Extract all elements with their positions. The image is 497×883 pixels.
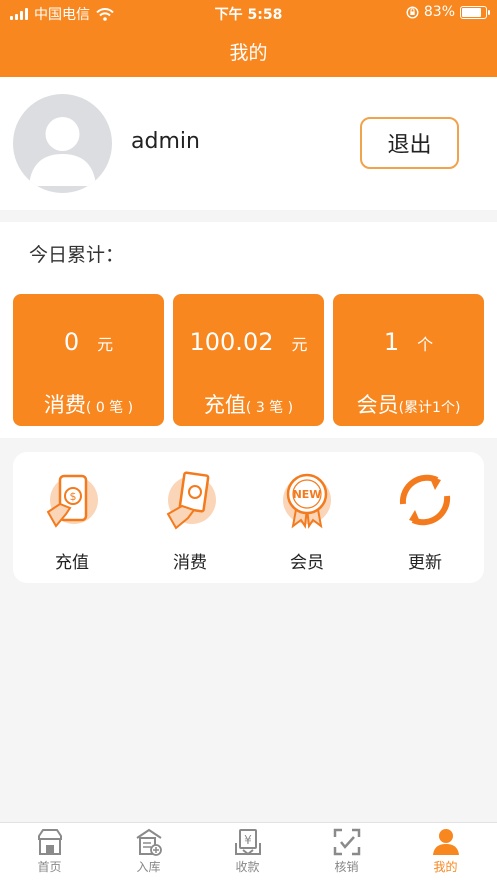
app-header: 中国电信 下午 5:58 83% 我的 [0,0,497,77]
refresh-icon [399,474,451,526]
stat-value: 100.02 元 [173,328,324,356]
stat-note: ( 0 笔 ) [85,400,134,416]
tab-collect[interactable]: ¥ 收款 [198,827,297,875]
stat-number: 0 [63,328,80,356]
stat-note: (累计1个) [398,400,461,416]
shortcut-recharge[interactable]: $ 充值 [22,468,122,573]
shortcut-member[interactable]: NEW 会员 [257,468,357,573]
stat-label: 消费( 0 笔 ) [13,389,164,419]
battery-icon [460,5,490,19]
tab-label: 收款 [235,860,260,874]
svg-text:¥: ¥ [244,833,252,847]
stat-card-recharge[interactable]: 100.02 元 充值( 3 笔 ) [173,294,324,426]
svg-text:$: $ [70,490,77,503]
stat-number: 1 [383,328,400,356]
stat-note: ( 3 笔 ) [245,400,294,416]
hand-cash-icon [166,471,216,530]
tab-label: 首页 [37,860,62,874]
logout-button[interactable]: 退出 [360,117,459,169]
stat-value: 0元 [13,328,164,356]
stat-unit: 元 [97,335,114,354]
stat-unit: 个 [417,335,434,354]
tab-home[interactable]: 首页 [0,827,99,875]
avatar [13,94,112,193]
tab-mine[interactable]: 我的 [396,827,495,875]
profile-section: admin 退出 [0,77,497,210]
stat-label-text: 会员 [356,393,399,417]
stat-label-text: 消费 [43,393,86,417]
tab-bar: 首页 入库 ¥ 收款 核销 我的 [0,822,497,883]
stat-card-consumption[interactable]: 0元 消费( 0 笔 ) [13,294,164,426]
shortcut-label: 更新 [408,553,442,573]
stat-value: 1个 [333,328,484,356]
shortcut-label: 充值 [55,553,89,573]
shortcut-refresh[interactable]: 更新 [375,468,475,573]
stat-card-members[interactable]: 1个 会员(累计1个) [333,294,484,426]
tab-label: 核销 [334,860,359,874]
shortcut-label: 消费 [173,553,207,573]
yuan-receipt-icon: ¥ [234,829,261,856]
default-avatar-icon [29,117,96,186]
stats-title: 今日累计： [29,244,125,266]
scan-check-icon [333,828,360,856]
shortcut-label: 会员 [290,553,324,573]
svg-text:NEW: NEW [293,488,322,501]
stat-unit: 元 [291,335,308,354]
store-icon [37,829,62,855]
shortcut-panel: $ 充值 消费 NEW 会员 更新 [13,452,484,583]
status-bar: 中国电信 下午 5:58 83% [0,0,497,26]
tab-label: 我的 [433,860,458,874]
tab-stock-in[interactable]: 入库 [99,827,198,875]
stat-number: 100.02 [189,328,274,356]
new-badge-icon: NEW [283,473,331,529]
status-right: 83% [406,4,490,20]
stat-label: 会员(累计1个) [333,389,484,419]
phone-payment-icon: $ [46,474,98,528]
username: admin [131,129,200,154]
today-stats-section: 今日累计： 0元 消费( 0 笔 ) 100.02 元 充值( 3 笔 ) 1个 … [0,222,497,438]
battery-percent: 83% [423,4,455,20]
tab-label: 入库 [136,860,161,874]
warehouse-icon [135,828,162,856]
user-icon [432,829,459,855]
rotation-lock-icon [406,5,419,19]
page-title: 我的 [229,42,268,64]
stat-label-text: 充值 [203,393,246,417]
shortcut-consume[interactable]: 消费 [140,468,240,573]
tab-verify[interactable]: 核销 [297,827,396,875]
stat-label: 充值( 3 笔 ) [173,389,324,419]
